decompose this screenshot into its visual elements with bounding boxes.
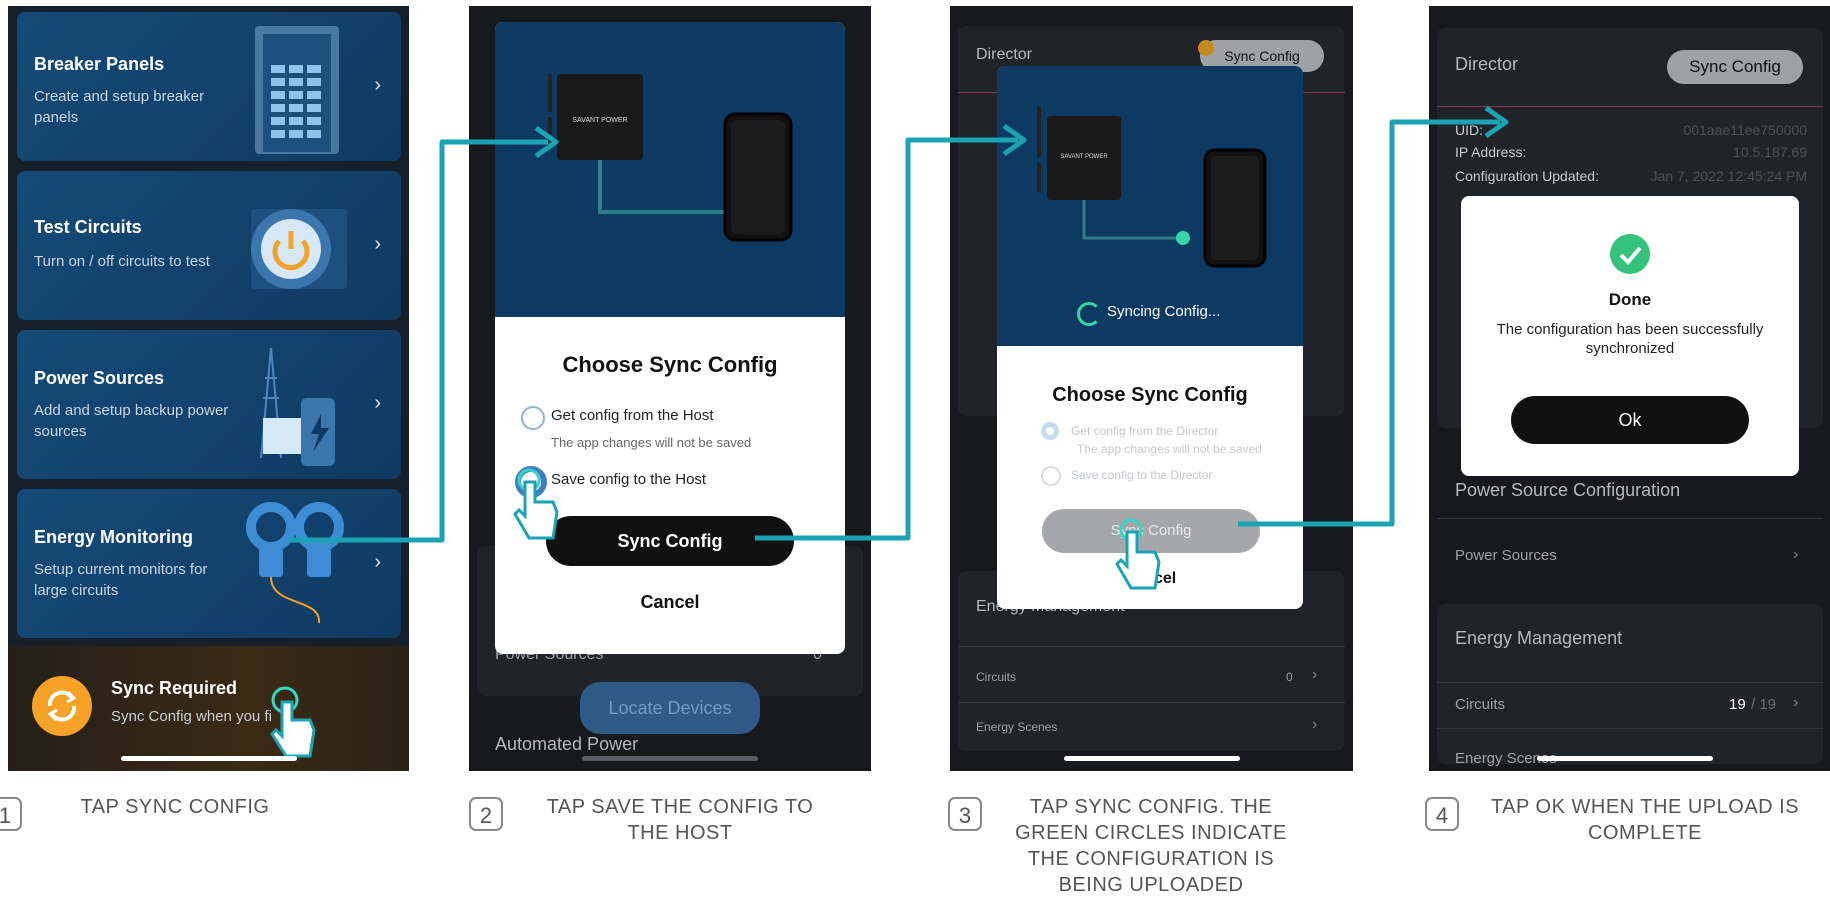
step-caption: TAP SAVE THE CONFIG TO THE HOST <box>546 796 814 844</box>
flow-arrows <box>290 105 1509 543</box>
arrow-3-to-4 <box>1238 119 1500 527</box>
arrow-2-to-3 <box>755 137 1018 541</box>
step-number: 4 <box>1425 797 1459 831</box>
arrow-1-to-2 <box>290 139 548 543</box>
step-caption: TAP OK WHEN THE UPLOAD IS COMPLETE <box>1490 796 1800 844</box>
step-number: 1 <box>0 797 22 831</box>
step-number: 3 <box>948 797 982 831</box>
step-caption: TAP SYNC CONFIG. THE GREEN CIRCLES INDIC… <box>1015 796 1287 896</box>
step-number: 2 <box>469 797 503 831</box>
step-caption: TAP SYNC CONFIG <box>80 796 270 818</box>
